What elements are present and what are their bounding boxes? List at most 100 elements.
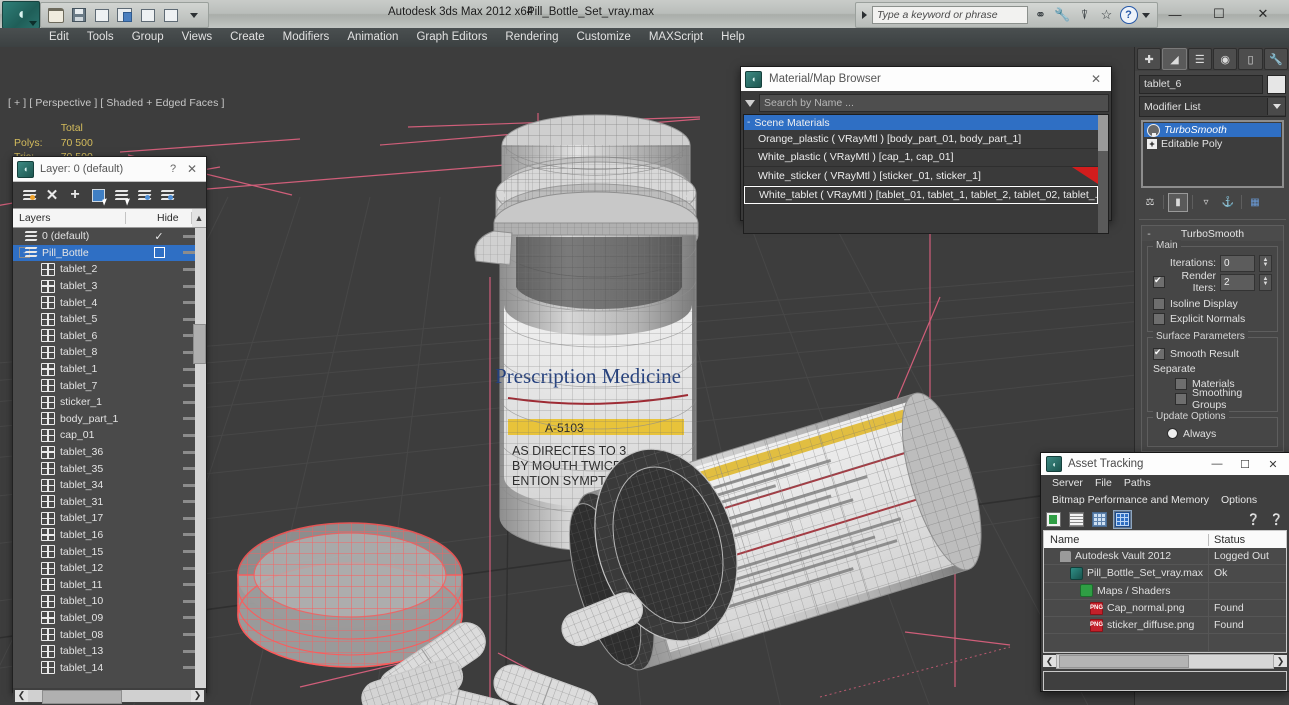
- material-row[interactable]: Orange_plastic ( VRayMtl ) [body_part_01…: [744, 130, 1098, 149]
- layer-row[interactable]: tablet_3: [13, 278, 206, 295]
- layer-row[interactable]: tablet_6: [13, 328, 206, 345]
- layer-visibility-toggle[interactable]: ✓: [146, 230, 172, 243]
- open-file-icon[interactable]: [45, 5, 66, 26]
- field-smooth-result[interactable]: Smooth Result: [1153, 346, 1272, 361]
- layer-panel-titlebar[interactable]: ◖ Layer: 0 (default) ? ✕: [13, 157, 206, 182]
- layer-row[interactable]: tablet_35: [13, 460, 206, 477]
- utilities-tab-icon[interactable]: 🔧: [1263, 48, 1288, 70]
- menu-item-group[interactable]: Group: [123, 28, 173, 47]
- modifier-stack[interactable]: TurboSmooth + Editable Poly: [1141, 120, 1284, 188]
- layer-row[interactable]: tablet_34: [13, 477, 206, 494]
- menu-item-help[interactable]: Help: [712, 28, 754, 47]
- menu-item-tools[interactable]: Tools: [78, 28, 123, 47]
- separate-smoothing-groups-checkbox[interactable]: [1175, 392, 1187, 405]
- group-collapse-icon[interactable]: -: [747, 117, 750, 128]
- render-iters-spinner[interactable]: ▲ ▼: [1259, 273, 1272, 291]
- layer-vscroll-thumb[interactable]: [193, 324, 206, 364]
- material-row[interactable]: White_sticker ( VRayMtl ) [sticker_01, s…: [744, 167, 1098, 186]
- object-color-swatch[interactable]: [1267, 74, 1286, 94]
- layer-row[interactable]: tablet_5: [13, 311, 206, 328]
- layer-explorer-dialog[interactable]: ◖ Layer: 0 (default) ? ✕ ✕ + Layers Hide…: [12, 156, 207, 704]
- delete-layer-icon[interactable]: ✕: [42, 185, 62, 205]
- layer-row[interactable]: cap_01: [13, 427, 206, 444]
- asset-menu-file[interactable]: File: [1089, 475, 1118, 491]
- layer-panel-help-button[interactable]: ?: [164, 163, 182, 175]
- favorites-star-icon[interactable]: ☆: [1097, 6, 1116, 24]
- menu-item-modifiers[interactable]: Modifiers: [274, 28, 339, 47]
- highlight-selected-objects-icon[interactable]: [134, 185, 154, 205]
- render-iters-checkbox[interactable]: [1153, 275, 1165, 288]
- detail-view-icon[interactable]: [1090, 510, 1109, 529]
- layer-row[interactable]: tablet_08: [13, 626, 206, 643]
- asset-row[interactable]: PNG Cap_normal.png Found: [1044, 599, 1286, 618]
- add-layer-icon[interactable]: +: [65, 185, 85, 205]
- configure-modifier-sets-icon[interactable]: ▦: [1246, 194, 1264, 211]
- refresh-icon[interactable]: [1044, 510, 1063, 529]
- asset-menu-options[interactable]: Options: [1215, 492, 1263, 508]
- asset-tracking-titlebar[interactable]: ◖ Asset Tracking — ☐ ✕: [1041, 453, 1289, 475]
- lightbulb-icon[interactable]: [1147, 123, 1160, 137]
- layer-horizontal-scrollbar[interactable]: ❮ ❯: [13, 688, 206, 704]
- display-tab-icon[interactable]: ▯: [1238, 48, 1263, 70]
- asset-close-button[interactable]: ✕: [1259, 453, 1287, 475]
- wrench-icon[interactable]: 🔧: [1053, 6, 1072, 24]
- layer-row[interactable]: tablet_10: [13, 593, 206, 610]
- material-row[interactable]: White_plastic ( VRayMtl ) [cap_1, cap_01…: [744, 149, 1098, 167]
- window-minimize-button[interactable]: —: [1153, 1, 1197, 27]
- asset-row[interactable]: Maps / Shaders: [1044, 582, 1286, 600]
- asset-hscroll-track[interactable]: [1056, 653, 1274, 669]
- material-group-scene-materials[interactable]: - Scene Materials: [744, 115, 1098, 130]
- new-file-icon[interactable]: [91, 5, 112, 26]
- menu-item-create[interactable]: Create: [221, 28, 274, 47]
- smooth-result-checkbox[interactable]: [1153, 347, 1165, 360]
- help-icon[interactable]: ❔: [1244, 510, 1263, 529]
- layer-panel-close-button[interactable]: ✕: [182, 162, 202, 176]
- binoculars-icon[interactable]: ⚭: [1031, 6, 1050, 24]
- window-maximize-button[interactable]: ☐: [1197, 1, 1241, 27]
- modifier-stack-item-editable-poly[interactable]: + Editable Poly: [1144, 137, 1281, 151]
- menu-item-graph-editors[interactable]: Graph Editors: [407, 28, 496, 47]
- render-iters-input[interactable]: 2: [1220, 273, 1255, 291]
- material-map-browser-dialog[interactable]: ◖ Material/Map Browser ✕ Search by Name …: [740, 66, 1112, 234]
- material-row[interactable]: White_tablet ( VRayMtl ) [tablet_01, tab…: [744, 185, 1098, 204]
- help-dropdown-icon[interactable]: [1141, 6, 1150, 24]
- asset-minimize-button[interactable]: —: [1203, 453, 1231, 475]
- material-search-input[interactable]: Search by Name ...: [759, 94, 1109, 112]
- rollout-collapse-icon[interactable]: -: [1142, 228, 1156, 240]
- rollout-header[interactable]: - TurboSmooth: [1142, 226, 1283, 241]
- layer-row[interactable]: tablet_14: [13, 659, 206, 676]
- menu-item-animation[interactable]: Animation: [338, 28, 407, 47]
- material-vertical-scrollbar[interactable]: [1098, 115, 1108, 233]
- asset-menu-bitmap-performance[interactable]: Bitmap Performance and Memory: [1046, 492, 1215, 508]
- remove-modifier-icon[interactable]: ⚓: [1219, 194, 1237, 211]
- make-unique-icon[interactable]: ▿: [1197, 194, 1215, 211]
- material-list[interactable]: - Scene Materials Orange_plastic ( VRayM…: [744, 115, 1098, 233]
- material-vscroll-thumb[interactable]: [1098, 115, 1108, 151]
- material-browser-menu-icon[interactable]: [743, 97, 756, 110]
- layer-row[interactable]: tablet_2: [13, 261, 206, 278]
- asset-scroll-right-icon[interactable]: ❯: [1274, 655, 1287, 668]
- material-browser-close-button[interactable]: ✕: [1085, 72, 1107, 86]
- asset-tracking-dialog[interactable]: ◖ Asset Tracking — ☐ ✕ Server File Paths…: [1040, 452, 1289, 692]
- layer-row[interactable]: tablet_15: [13, 543, 206, 560]
- context-help-icon[interactable]: ❔: [1267, 510, 1286, 529]
- add-selection-to-layer-icon[interactable]: [157, 185, 177, 205]
- modify-tab-icon[interactable]: ◢: [1162, 48, 1187, 70]
- subscription-icon[interactable]: ⍒: [1075, 6, 1094, 24]
- layer-row[interactable]: tablet_31: [13, 494, 206, 511]
- plus-box-icon[interactable]: +: [1147, 139, 1157, 149]
- layer-list[interactable]: 0 (default) ✓-Pill_Bottletablet_2 tablet_3…: [13, 228, 206, 688]
- window-close-button[interactable]: ✕: [1241, 1, 1285, 27]
- redo-icon[interactable]: [160, 5, 181, 26]
- layer-row[interactable]: tablet_11: [13, 576, 206, 593]
- asset-row[interactable]: [1044, 634, 1286, 652]
- iterations-spinner[interactable]: ▲ ▼: [1259, 254, 1272, 272]
- layer-row[interactable]: tablet_12: [13, 560, 206, 577]
- layer-row[interactable]: body_part_1: [13, 411, 206, 428]
- modifier-stack-item-turbosmooth[interactable]: TurboSmooth: [1144, 123, 1281, 137]
- layer-row[interactable]: tablet_36: [13, 444, 206, 461]
- save-as-icon[interactable]: [114, 5, 135, 26]
- new-layer-icon[interactable]: [19, 185, 39, 205]
- layer-visibility-toggle[interactable]: [146, 247, 172, 259]
- layer-row[interactable]: tablet_17: [13, 510, 206, 527]
